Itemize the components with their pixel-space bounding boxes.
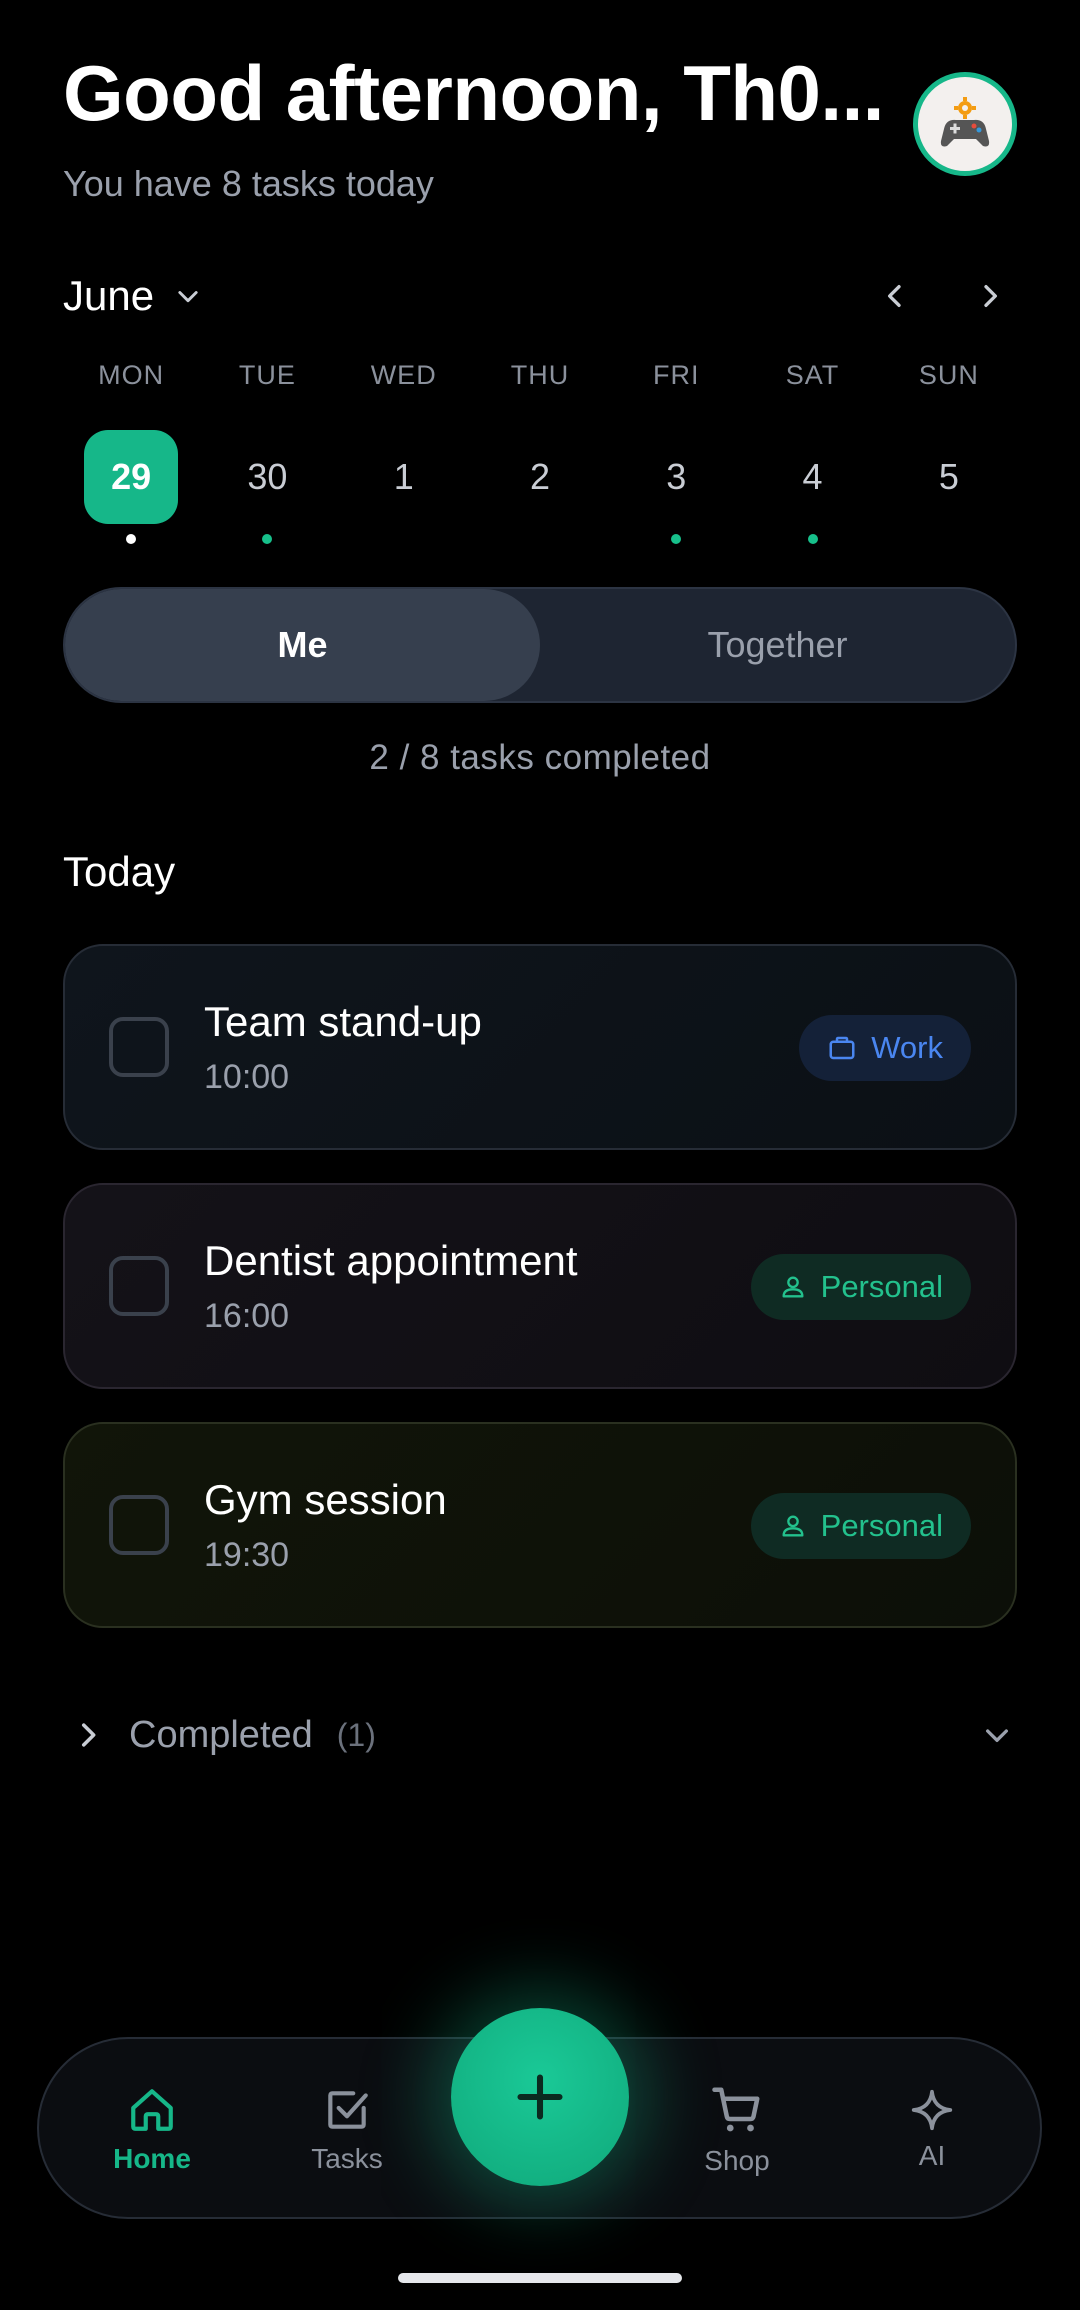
- nav-ai[interactable]: AI: [857, 2039, 1007, 2221]
- task-title: Gym session: [204, 1476, 447, 1523]
- date-button[interactable]: 30: [220, 430, 314, 524]
- task-checkbox[interactable]: [109, 1495, 169, 1555]
- task-title: Dentist appointment: [204, 1237, 578, 1284]
- previous-week-button[interactable]: [875, 276, 915, 316]
- date-button[interactable]: 1: [357, 430, 451, 524]
- week-strip: MON 29 TUE 30 WED 1 THU 2 FRI 3 SAT 4 SU…: [63, 360, 1017, 544]
- category-tag-work: Work: [799, 1015, 971, 1081]
- day-of-week: SAT: [785, 360, 840, 390]
- nav-home[interactable]: Home: [77, 2039, 227, 2221]
- day-column[interactable]: SUN 5: [881, 360, 1017, 544]
- day-of-week: THU: [510, 360, 570, 390]
- task-indicator-dot: [262, 534, 273, 544]
- task-indicator-dot: [126, 534, 137, 544]
- task-indicator-dot: [535, 534, 545, 544]
- tag-label: Personal: [820, 1508, 943, 1543]
- nav-label: Tasks: [311, 2143, 383, 2174]
- day-column[interactable]: TUE 30: [199, 360, 335, 544]
- category-tag-personal: Personal: [750, 1254, 971, 1320]
- day-of-week: MON: [98, 360, 165, 390]
- completed-count: (1): [336, 1716, 376, 1753]
- task-checkbox[interactable]: [109, 1017, 169, 1077]
- avatar[interactable]: [913, 72, 1017, 176]
- day-of-week: WED: [370, 360, 437, 390]
- day-of-week: SUN: [918, 360, 979, 390]
- checkbox-icon: [328, 2091, 368, 2129]
- task-time: 19:30: [204, 1536, 290, 1574]
- day-column[interactable]: THU 2: [472, 360, 608, 544]
- toggle-together[interactable]: Together: [540, 589, 1015, 701]
- nav-tasks[interactable]: Tasks: [272, 2039, 422, 2221]
- person-icon: [782, 1276, 804, 1298]
- task-card[interactable]: Gym session 19:30 Personal: [63, 1422, 1017, 1628]
- day-of-week: TUE: [238, 360, 296, 390]
- nav-label: Shop: [704, 2145, 770, 2176]
- date-button[interactable]: 2: [493, 430, 587, 524]
- task-time: 16:00: [204, 1297, 290, 1335]
- section-title-today: Today: [63, 848, 176, 895]
- task-indicator-dot: [671, 534, 682, 544]
- completed-section-toggle[interactable]: Completed (1): [63, 1700, 1017, 1770]
- nav-label: Home: [113, 2143, 191, 2174]
- category-tag-personal: Personal: [750, 1493, 971, 1559]
- home-indicator[interactable]: [398, 2273, 682, 2283]
- task-indicator-dot: [399, 534, 409, 544]
- chevron-right-icon: [81, 1723, 96, 1747]
- nav-label: AI: [918, 2140, 946, 2171]
- day-column[interactable]: WED 1: [336, 360, 472, 544]
- task-title: Team stand-up: [204, 998, 482, 1045]
- chevron-left-icon: [888, 285, 901, 307]
- person-icon: [782, 1515, 804, 1537]
- date-button[interactable]: 3: [629, 430, 723, 524]
- add-task-button[interactable]: [451, 2008, 629, 2186]
- chevron-down-icon: [986, 1729, 1008, 1742]
- date-button[interactable]: 5: [902, 430, 996, 524]
- chevron-right-icon: [984, 285, 997, 307]
- task-card[interactable]: Team stand-up 10:00 Work: [63, 944, 1017, 1150]
- next-week-button[interactable]: [970, 276, 1010, 316]
- plus-icon: [517, 2074, 563, 2120]
- task-time: 10:00: [204, 1058, 290, 1096]
- nav-shop[interactable]: Shop: [662, 2039, 812, 2221]
- home-icon: [131, 2089, 173, 2131]
- tag-label: Personal: [820, 1269, 943, 1304]
- day-column[interactable]: SAT 4: [744, 360, 880, 544]
- tasks-completed-progress: 2 / 8 tasks completed: [369, 738, 711, 777]
- completed-label: Completed: [129, 1713, 313, 1756]
- month-label: June: [63, 272, 155, 319]
- sparkle-icon: [911, 2089, 953, 2131]
- task-indicator-dot: [807, 534, 818, 544]
- briefcase-icon: [829, 1036, 855, 1060]
- date-button[interactable]: 4: [766, 430, 860, 524]
- me-together-toggle: Me Together: [63, 587, 1017, 703]
- task-card[interactable]: Dentist appointment 16:00 Personal: [63, 1183, 1017, 1389]
- month-selector[interactable]: June: [63, 272, 202, 320]
- date-button[interactable]: 29: [84, 430, 179, 524]
- cart-icon: [712, 2087, 760, 2132]
- greeting-title: Good afternoon, Th0...: [63, 49, 884, 137]
- toggle-me[interactable]: Me: [65, 589, 540, 701]
- tasks-today-subtitle: You have 8 tasks today: [63, 163, 434, 204]
- task-checkbox[interactable]: [109, 1256, 169, 1316]
- day-column[interactable]: FRI 3: [608, 360, 744, 544]
- gamepad-gear-icon: [940, 97, 990, 147]
- chevron-down-icon: [178, 291, 198, 303]
- task-indicator-dot: [944, 534, 954, 544]
- day-of-week: FRI: [653, 360, 700, 390]
- day-column[interactable]: MON 29: [63, 360, 199, 544]
- tag-label: Work: [871, 1030, 943, 1065]
